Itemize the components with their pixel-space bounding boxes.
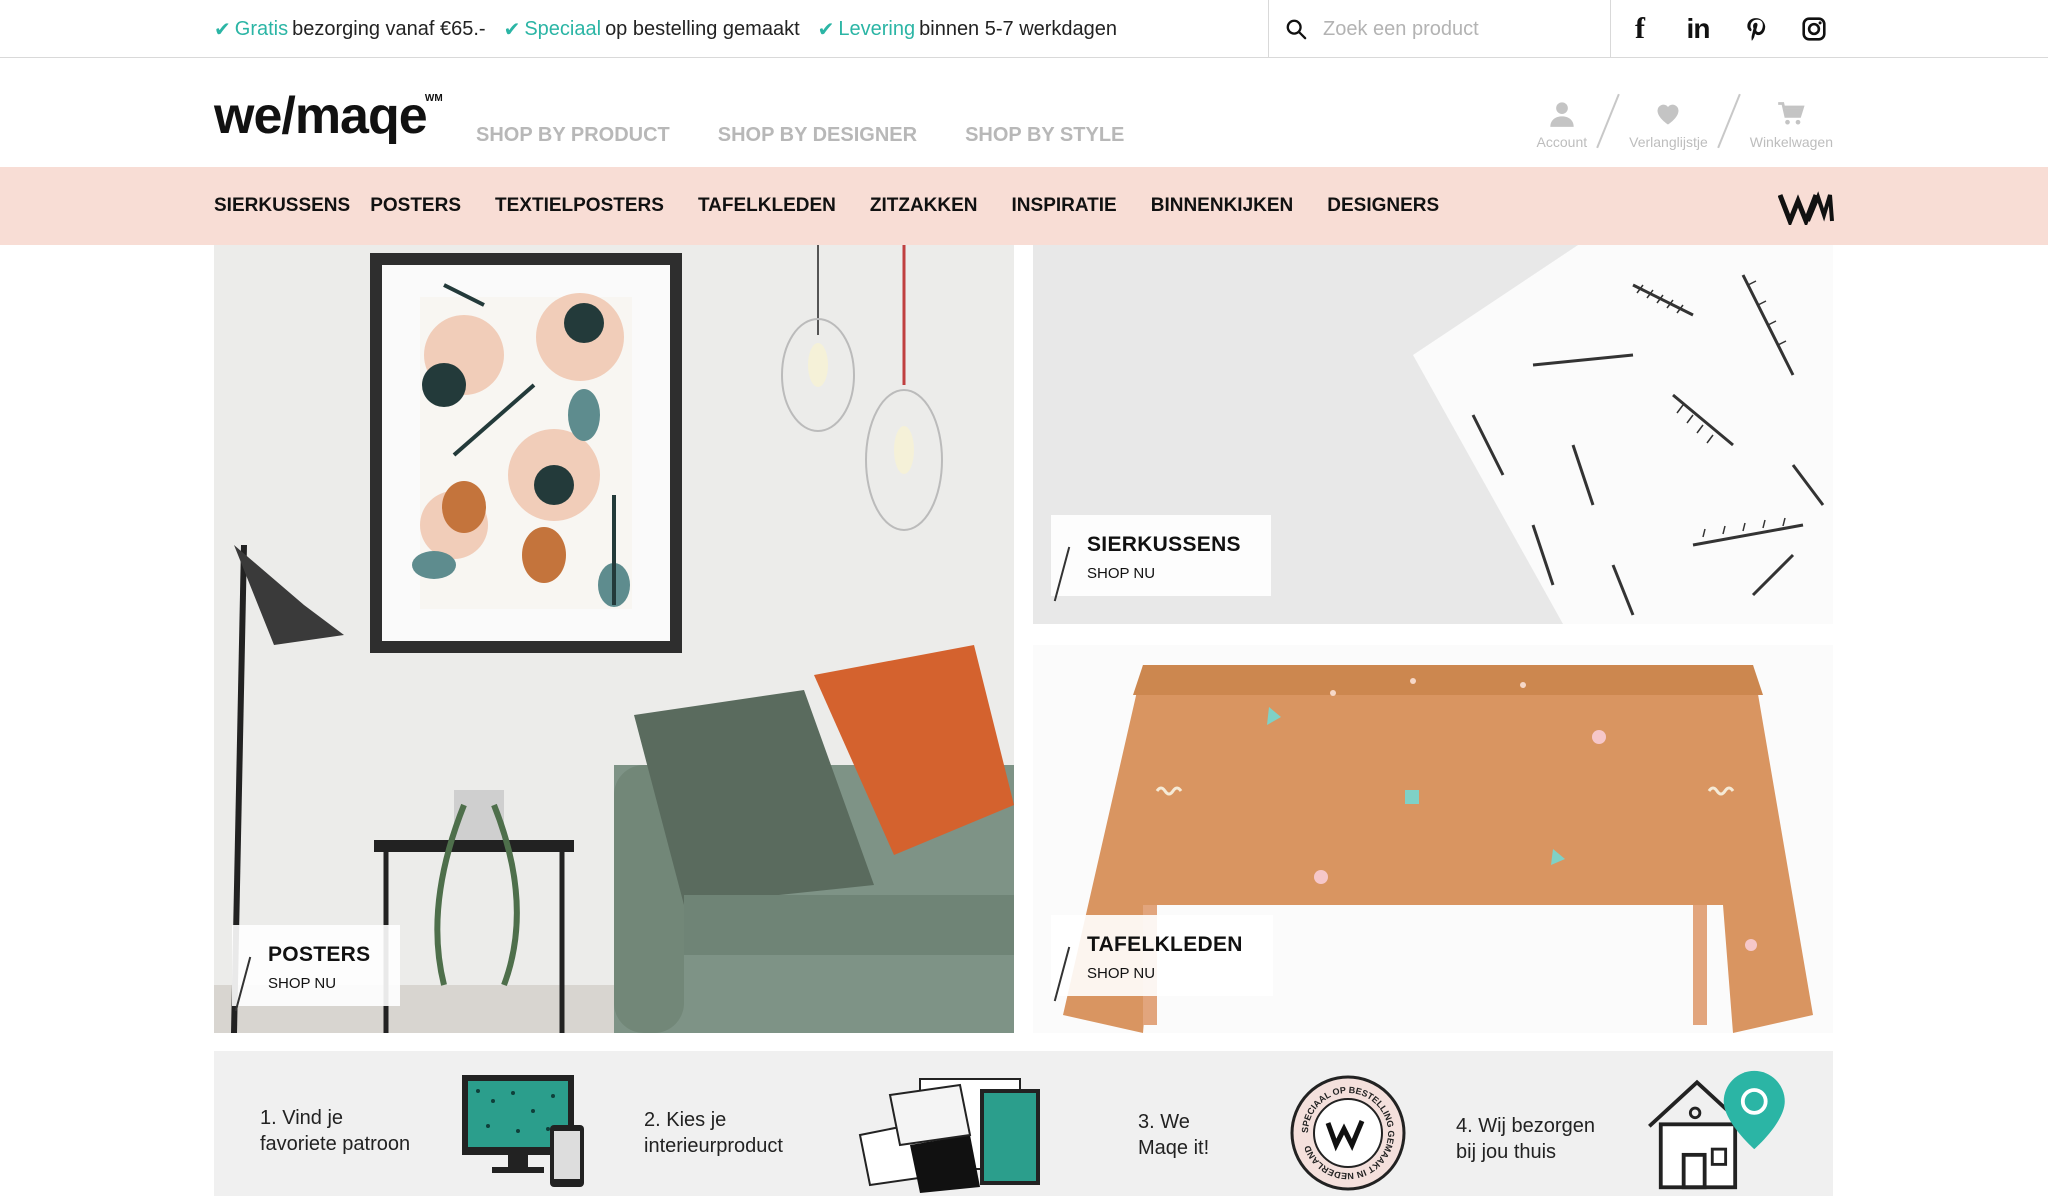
check-icon: ✔ bbox=[817, 18, 835, 41]
posters-label[interactable]: POSTERS SHOP NU bbox=[232, 925, 401, 1012]
user-nav: Account Verlanglijstje Winkelwagen bbox=[1537, 92, 1833, 150]
posters-scene-image bbox=[214, 245, 1014, 1033]
user-icon bbox=[1550, 102, 1574, 127]
search-input[interactable] bbox=[1323, 17, 1593, 41]
nav-item-inspiratie[interactable]: INSPIRATIE bbox=[1012, 195, 1117, 217]
wm-logo-mark[interactable] bbox=[1778, 189, 1834, 225]
shop-now-link[interactable]: SHOP NU bbox=[1087, 565, 1241, 582]
cart-icon bbox=[1778, 102, 1805, 125]
nav-item-binnenkijken[interactable]: BINNENKIJKEN bbox=[1151, 195, 1294, 217]
label-slash bbox=[1053, 546, 1071, 602]
category-nav: SIERKUSSENS POSTERS TEXTIELPOSTERS TAFEL… bbox=[0, 167, 2048, 245]
shop-by-style-link[interactable]: SHOP BY STYLE bbox=[965, 124, 1124, 147]
sierkussens-label[interactable]: SIERKUSSENS SHOP NU bbox=[1051, 515, 1271, 602]
divider bbox=[1596, 93, 1620, 149]
tafelkleden-label[interactable]: TAFELKLEDEN SHOP NU bbox=[1051, 915, 1273, 1002]
cushions-poster-icon bbox=[858, 1078, 1040, 1193]
label-slash bbox=[234, 956, 252, 1012]
shop-now-link[interactable]: SHOP NU bbox=[268, 975, 370, 992]
top-bar: ✔ Gratis bezorging vanaf €65.- ✔ Speciaa… bbox=[0, 0, 2048, 58]
social-links: f in bbox=[1625, 0, 1829, 58]
site-logo[interactable]: we/maqe WM bbox=[214, 90, 443, 142]
nav-item-tafelkleden[interactable]: TAFELKLEDEN bbox=[698, 195, 836, 217]
account-link[interactable]: Account bbox=[1537, 100, 1587, 150]
nav-item-zitzakken[interactable]: ZITZAKKEN bbox=[870, 195, 978, 217]
nav-item-posters[interactable]: POSTERS bbox=[370, 195, 461, 217]
usp-item: ✔ Speciaal op bestelling gemaakt bbox=[503, 17, 800, 41]
pinterest-icon[interactable] bbox=[1741, 14, 1771, 44]
divider bbox=[1716, 93, 1741, 149]
check-icon: ✔ bbox=[503, 18, 521, 41]
shop-nav: SHOP BY PRODUCT SHOP BY DESIGNER SHOP BY… bbox=[476, 124, 1124, 147]
step-2-text: 2. Kies je interieurproduct bbox=[644, 1109, 783, 1157]
search-icon[interactable] bbox=[1285, 18, 1307, 40]
computer-phone-icon bbox=[462, 1075, 584, 1187]
step-1-text: 1. Vind je favoriete patroon bbox=[260, 1107, 411, 1155]
linkedin-icon[interactable]: in bbox=[1683, 13, 1713, 44]
site-header: we/maqe WM SHOP BY PRODUCT SHOP BY DESIGN… bbox=[0, 58, 2048, 167]
cart-link[interactable]: Winkelwagen bbox=[1750, 100, 1833, 150]
nav-item-sierkussens[interactable]: SIERKUSSENS bbox=[214, 195, 350, 217]
facebook-icon[interactable]: f bbox=[1625, 12, 1655, 45]
shop-by-designer-link[interactable]: SHOP BY DESIGNER bbox=[718, 124, 917, 147]
shop-now-link[interactable]: SHOP NU bbox=[1087, 965, 1243, 982]
how-it-works-bar: 1. Vind je favoriete patroon 2. Kies je … bbox=[214, 1051, 1833, 1196]
sierkussens-tile[interactable]: SIERKUSSENS SHOP NU bbox=[1033, 245, 1833, 624]
wishlist-link[interactable]: Verlanglijstje bbox=[1629, 100, 1708, 150]
search-bar bbox=[1268, 0, 1611, 58]
step-3-text: 3. We Maqe it! bbox=[1138, 1111, 1210, 1159]
usp-list: ✔ Gratis bezorging vanaf €65.- ✔ Speciaa… bbox=[214, 0, 1117, 58]
tafelkleden-tile[interactable]: TAFELKLEDEN SHOP NU bbox=[1033, 645, 1833, 1033]
heart-icon bbox=[1657, 104, 1679, 125]
check-icon: ✔ bbox=[214, 18, 231, 41]
step-4-text: 4. Wij bezorgen bij jou thuis bbox=[1456, 1115, 1595, 1163]
label-slash bbox=[1053, 946, 1071, 1002]
nav-item-designers[interactable]: DESIGNERS bbox=[1327, 195, 1439, 217]
instagram-icon[interactable] bbox=[1799, 14, 1829, 44]
shop-by-product-link[interactable]: SHOP BY PRODUCT bbox=[476, 124, 670, 147]
posters-tile[interactable]: POSTERS SHOP NU bbox=[214, 245, 1014, 1033]
nav-item-textielposters[interactable]: TEXTIELPOSTERS bbox=[495, 195, 664, 217]
house-location-icon bbox=[1648, 1070, 1785, 1190]
made-in-netherlands-badge: SPECIAAL OP BESTELLING GEMAAKT IN NEDERL… bbox=[1290, 1075, 1406, 1191]
usp-item: ✔ Levering binnen 5-7 werkdagen bbox=[817, 17, 1118, 41]
usp-item: ✔ Gratis bezorging vanaf €65.- bbox=[214, 17, 486, 41]
